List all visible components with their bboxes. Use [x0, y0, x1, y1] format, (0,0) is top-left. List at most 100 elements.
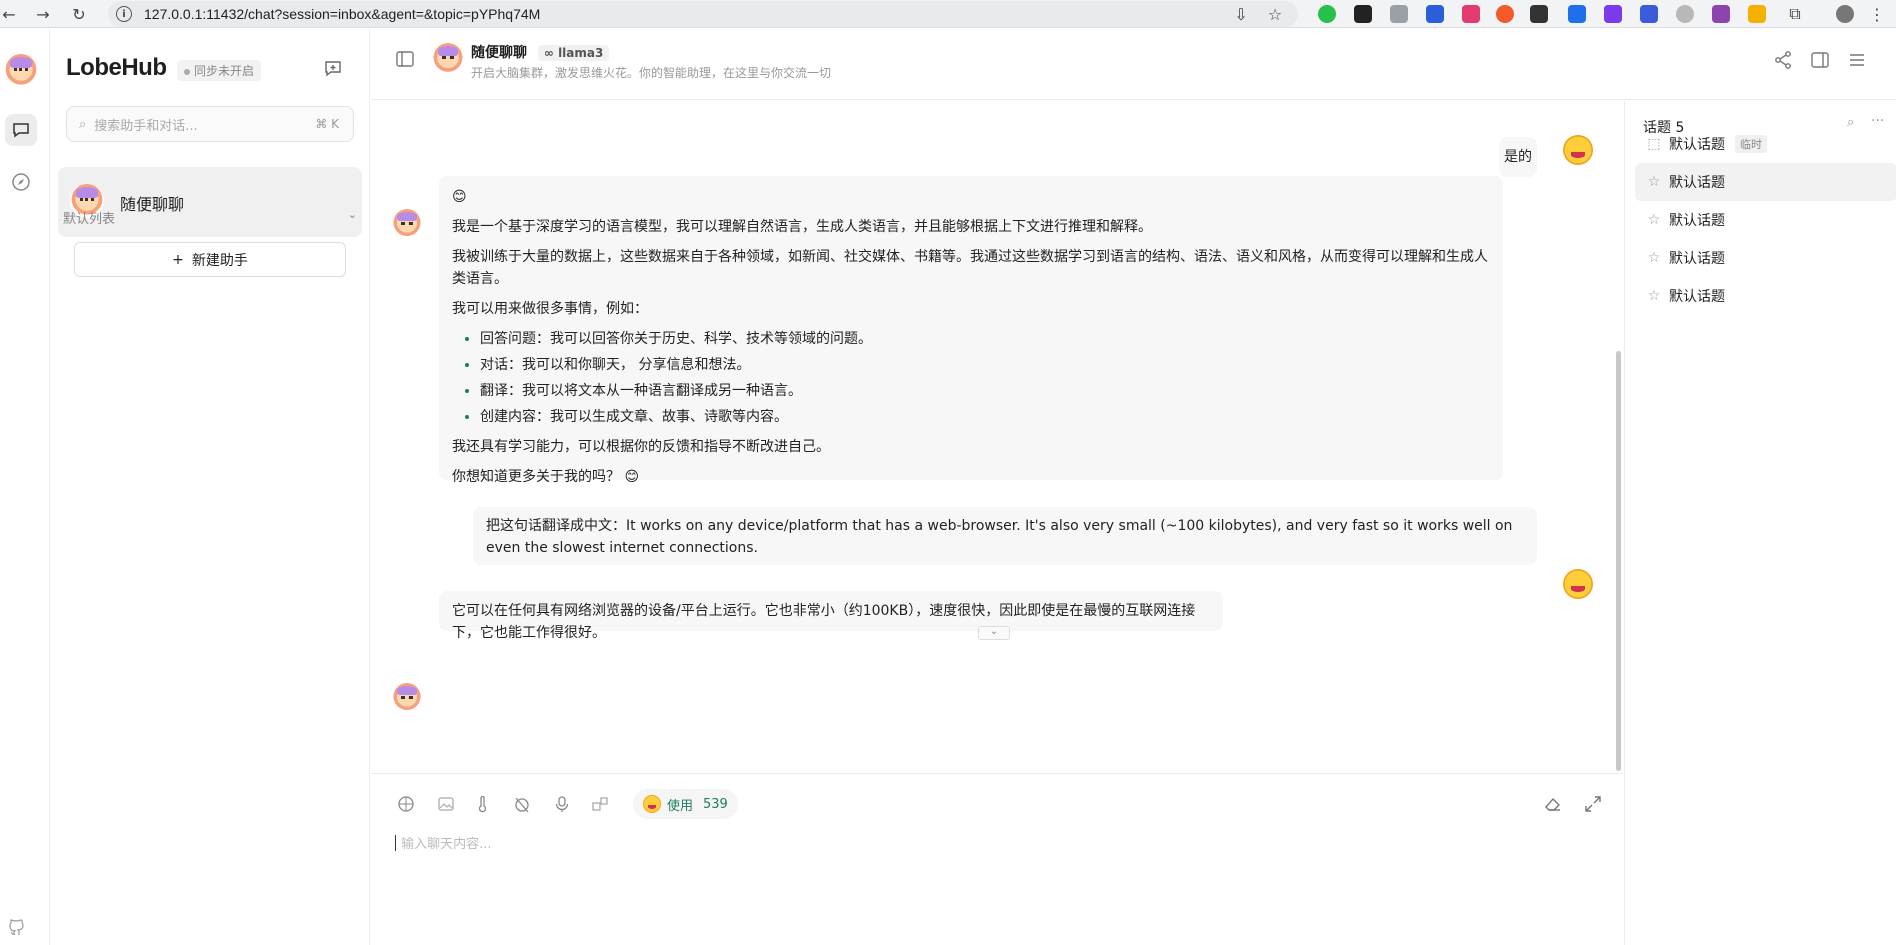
eraser-icon [1545, 797, 1560, 811]
topic-item[interactable]: ☆ 默认话题 [1635, 239, 1896, 277]
puzzle-extensions-icon[interactable]: ⧉ [1784, 3, 1806, 25]
toggle-sidebar-button[interactable] [395, 49, 417, 71]
topic-item-active[interactable]: ☆ 默认话题 [1635, 163, 1896, 201]
star-icon[interactable]: ☆ [1639, 212, 1669, 228]
new-assistant-label: 新建助手 [191, 252, 248, 269]
chat-nav-button[interactable] [5, 114, 37, 146]
image-upload-icon[interactable] [435, 793, 457, 815]
temp-topic-icon: ⬚ [1647, 136, 1661, 152]
user-message: 是的 [1499, 137, 1537, 177]
plugin-icon[interactable] [589, 793, 611, 815]
chat-input[interactable]: 输入聊天内容... [395, 832, 1595, 932]
topic-label: 默认话题 [1669, 213, 1725, 229]
history-off-icon[interactable] [511, 793, 533, 815]
star-icon[interactable]: ☆ [1639, 174, 1669, 190]
topic-label: 默认话题 [1669, 175, 1725, 191]
assistant-avatar[interactable] [432, 43, 464, 75]
browser-menu-icon[interactable]: ⋮ [1866, 3, 1888, 25]
compass-icon [12, 173, 30, 191]
expand-button[interactable] [1581, 792, 1605, 816]
address-bar[interactable]: i 127.0.0.1:11432/chat?session=inbox&age… [108, 1, 1298, 27]
bookmark-star-icon[interactable]: ☆ [1264, 3, 1286, 25]
token-avatar-icon [643, 795, 661, 813]
search-placeholder: 搜索助手和对话... [94, 118, 198, 134]
extension-icon[interactable] [1676, 5, 1694, 23]
extension-icon[interactable] [1354, 5, 1372, 23]
share-icon [1775, 51, 1791, 69]
share-button[interactable] [1771, 48, 1795, 72]
user-avatar[interactable] [4, 54, 38, 88]
search-icon: ⌕ [79, 116, 87, 132]
chat-title[interactable]: 随便聊聊 [471, 45, 527, 61]
assistant-message: 😊 我是一个基于深度学习的语言模型，我可以理解自然语言，生成人类语言，并且能够根… [439, 176, 1503, 485]
scrollbar-thumb[interactable] [1616, 351, 1621, 771]
topic-item[interactable]: ☆ 默认话题 [1635, 277, 1896, 315]
expand-icon [1585, 796, 1601, 812]
clear-button[interactable] [1541, 792, 1565, 816]
message-list: 回答问题：我可以回答你关于历史、科学、技术等领域的问题。 对话：我可以和你聊天，… [452, 328, 1490, 428]
chat-description: 开启大脑集群，激发思维火花。你的智能助理，在这里与你交流一切 [471, 66, 832, 80]
user-avatar[interactable] [1563, 569, 1593, 599]
model-badge[interactable]: ∞ llama3 [537, 45, 610, 61]
infinity-icon: ∞ [543, 46, 554, 60]
extension-icon[interactable] [1390, 5, 1408, 23]
group-header[interactable]: 默认列表 ⌄ [63, 208, 357, 230]
topic-badge: 临时 [1735, 135, 1767, 153]
toggle-topics-button[interactable] [1808, 48, 1832, 72]
assistant-avatar[interactable] [392, 683, 422, 713]
extension-icon[interactable] [1604, 5, 1622, 23]
session-sidebar: LobeHub 同步未开启 ⌕ 搜索助手和对话... ⌘ K 随便聊聊 默认列表… [51, 29, 370, 945]
microphone-icon[interactable] [551, 793, 573, 815]
new-chat-button[interactable] [323, 59, 345, 81]
extension-icon[interactable] [1568, 5, 1586, 23]
chat-messages: 是的 😊 我是一个基于深度学习的语言模型，我可以理解自然语言，生成人类语言，并且… [371, 101, 1623, 773]
profile-avatar[interactable] [1836, 5, 1854, 23]
assistant-avatar[interactable] [392, 209, 422, 239]
github-icon[interactable] [9, 919, 29, 939]
extension-icon[interactable] [1530, 5, 1548, 23]
temperature-icon[interactable] [471, 793, 493, 815]
discover-nav-button[interactable] [5, 166, 37, 198]
browser-toolbar: ← → ↻ i 127.0.0.1:11432/chat?session=inb… [0, 0, 1896, 28]
extension-icon[interactable] [1712, 5, 1730, 23]
site-info-icon[interactable]: i [116, 6, 132, 22]
topic-item[interactable]: ⬚ 默认话题 临时 [1635, 125, 1896, 163]
sync-status-badge[interactable]: 同步未开启 [177, 60, 262, 81]
list-item: 翻译：我可以将文本从一种语言翻译成另一种语言。 [480, 380, 1490, 402]
plus-icon: + [172, 251, 184, 268]
back-icon[interactable]: ← [0, 3, 20, 25]
install-app-icon[interactable]: ⇩ [1230, 3, 1252, 25]
menu-button[interactable] [1845, 48, 1869, 72]
model-select-icon[interactable] [395, 793, 417, 815]
extension-icon[interactable] [1426, 5, 1444, 23]
star-icon[interactable]: ☆ [1639, 250, 1669, 266]
reload-icon[interactable]: ↻ [68, 3, 90, 25]
message-paragraph: 我是一个基于深度学习的语言模型，我可以理解自然语言，生成人类语言，并且能够根据上… [452, 219, 1152, 235]
new-assistant-button[interactable]: + 新建助手 [74, 242, 346, 277]
star-icon[interactable]: ☆ [1639, 288, 1669, 304]
url-text: 127.0.0.1:11432/chat?session=inbox&agent… [144, 6, 541, 22]
forward-icon[interactable]: → [32, 3, 54, 25]
scroll-down-button[interactable]: ⌄ [978, 626, 1010, 640]
extension-icon[interactable] [1496, 5, 1514, 23]
topic-label: 默认话题 [1669, 251, 1725, 267]
message-paragraph: 我可以用来做很多事情，例如： [452, 301, 648, 317]
search-shortcut: ⌘ K [315, 117, 339, 131]
extension-icon[interactable] [1462, 5, 1480, 23]
model-name: llama3 [558, 46, 604, 60]
message-paragraph: 我被训练于大量的数据上，这些数据来自于各种领域，如新闻、社交媒体、书籍等。我通过… [452, 249, 1488, 287]
extension-icon[interactable] [1640, 5, 1658, 23]
input-caret [395, 834, 396, 851]
topic-item[interactable]: ☆ 默认话题 [1635, 201, 1896, 239]
user-message: 把这句话翻译成中文：It works on any device/platfor… [473, 507, 1537, 565]
token-usage-badge[interactable]: 使用 539 [633, 789, 738, 819]
chevron-down-icon: ⌄ [347, 208, 357, 221]
user-avatar[interactable] [1563, 135, 1593, 165]
extension-icon[interactable] [1748, 5, 1766, 23]
extension-icon[interactable] [1318, 5, 1336, 23]
search-input[interactable]: ⌕ 搜索助手和对话... ⌘ K [66, 106, 354, 142]
panel-left-icon [396, 51, 414, 67]
group-label: 默认列表 [63, 212, 116, 227]
panel-right-icon [1811, 52, 1829, 68]
list-item: 创建内容：我可以生成文章、故事、诗歌等内容。 [480, 406, 1490, 428]
